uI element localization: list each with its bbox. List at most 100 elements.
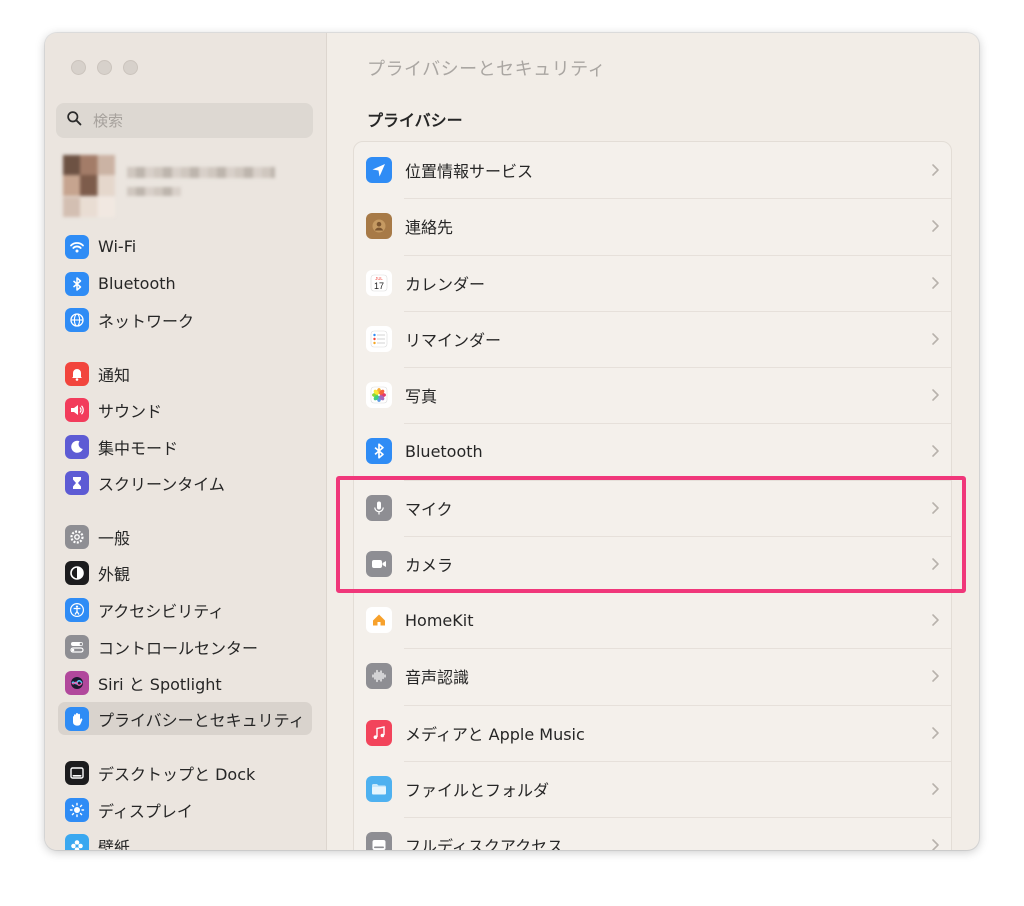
chevron-right-icon (929, 161, 941, 179)
close-window-button[interactable] (71, 60, 86, 75)
privacy-row-bluetooth[interactable]: Bluetooth (354, 423, 951, 479)
sidebar-item-label: サウンド (98, 401, 163, 421)
location-arrow-icon (366, 157, 392, 183)
main-panel: プライバシーとセキュリティ プライバシー 位置情報サービス連絡先 JUL 17 カレン… (327, 33, 979, 850)
calendar-icon: JUL 17 (366, 270, 392, 296)
privacy-row-label: カメラ (405, 556, 454, 575)
privacy-row-label: 写真 (405, 387, 438, 406)
sidebar-item-flower[interactable]: 壁紙 (58, 829, 312, 850)
wifi-icon (65, 234, 89, 259)
chevron-right-icon (929, 836, 941, 850)
privacy-row-photos[interactable]: 写真 (354, 367, 951, 423)
chevron-right-icon (929, 555, 941, 573)
chevron-right-icon (929, 724, 941, 742)
sidebar-item-label: 集中モード (98, 438, 179, 458)
privacy-row-label: 音声認識 (405, 668, 470, 687)
privacy-row-folder[interactable]: ファイルとフォルダ (354, 761, 951, 817)
accessibility-icon (65, 597, 89, 622)
sidebar-item-label: Wi-Fi (98, 237, 137, 256)
reminders-icon (366, 326, 392, 352)
chevron-right-icon (929, 274, 941, 292)
privacy-row-label: フルディスクアクセス (405, 837, 564, 850)
zoom-window-button[interactable] (123, 60, 138, 75)
privacy-row-reminders[interactable]: リマインダー (354, 311, 951, 367)
bluetooth-icon (366, 438, 392, 464)
sidebar-item-label: Siri と Spotlight (98, 674, 222, 694)
sidebar-item-siri[interactable]: Siri と Spotlight (58, 666, 312, 699)
home-icon (366, 607, 392, 633)
sidebar-item-wifi[interactable]: Wi-Fi (58, 230, 312, 263)
siri-icon (65, 670, 89, 695)
privacy-row-calendar[interactable]: JUL 17 カレンダー (354, 255, 951, 311)
disk-icon (366, 832, 392, 850)
sidebar-item-hand[interactable]: プライバシーとセキュリティ (58, 702, 312, 735)
sidebar-item-toggles[interactable]: コントロールセンター (58, 630, 312, 663)
sidebar-item-label: 通知 (98, 365, 131, 385)
sidebar-item-label: デスクトップと Dock (98, 764, 256, 784)
chevron-right-icon (929, 330, 941, 348)
sidebar: Wi-Fi Bluetooth ネットワーク通知サウンド集中モードスクリーンタイム一… (45, 33, 327, 850)
search-field[interactable] (56, 103, 313, 138)
chevron-right-icon (929, 217, 941, 235)
hourglass-icon (65, 470, 89, 495)
privacy-row-label: 位置情報サービス (405, 162, 534, 181)
bell-icon (65, 361, 89, 386)
bluetooth-icon (65, 271, 89, 296)
sidebar-item-label: ネットワーク (98, 311, 195, 331)
sidebar-item-appearance[interactable]: 外観 (58, 556, 312, 589)
music-icon (366, 720, 392, 746)
sidebar-item-bluetooth[interactable]: Bluetooth (58, 267, 312, 300)
sidebar-item-bell[interactable]: 通知 (58, 357, 312, 390)
photos-icon (366, 382, 392, 408)
privacy-row-waveform[interactable]: 音声認識 (354, 648, 951, 704)
sidebar-item-label: アクセシビリティ (98, 601, 225, 621)
privacy-row-home[interactable]: HomeKit (354, 592, 951, 648)
sidebar-item-moon[interactable]: 集中モード (58, 430, 312, 463)
sidebar-item-label: コントロールセンター (98, 638, 259, 658)
dock-icon (65, 760, 89, 785)
privacy-row-label: マイク (405, 500, 453, 519)
chevron-right-icon (929, 780, 941, 798)
sidebar-item-gear[interactable]: 一般 (58, 520, 312, 553)
sidebar-item-accessibility[interactable]: アクセシビリティ (58, 593, 312, 626)
privacy-row-contacts[interactable]: 連絡先 (354, 198, 951, 254)
sidebar-item-dock[interactable]: デスクトップと Dock (58, 756, 312, 789)
toggles-icon (65, 634, 89, 659)
sidebar-item-label: プライバシーとセキュリティ (98, 710, 305, 730)
sun-icon (65, 797, 89, 822)
speaker-icon (65, 397, 89, 422)
privacy-row-music[interactable]: メディアと Apple Music (354, 705, 951, 761)
privacy-row-label: リマインダー (405, 331, 502, 350)
sidebar-item-label: Bluetooth (98, 274, 176, 293)
privacy-row-disk[interactable]: フルディスクアクセス (354, 817, 951, 850)
minimize-window-button[interactable] (97, 60, 112, 75)
chevron-right-icon (929, 386, 941, 404)
globe-icon (65, 307, 89, 332)
search-icon (66, 110, 83, 131)
contacts-icon (366, 213, 392, 239)
page-title: プライバシーとセキュリティ (367, 59, 607, 80)
sidebar-item-label: 外観 (98, 564, 131, 584)
apple-account-profile[interactable] (61, 153, 301, 221)
folder-icon (366, 776, 392, 802)
sidebar-item-globe[interactable]: ネットワーク (58, 303, 312, 336)
sidebar-item-speaker[interactable]: サウンド (58, 393, 312, 426)
privacy-row-camera[interactable]: カメラ (354, 536, 951, 592)
search-input[interactable] (91, 110, 295, 131)
chevron-right-icon (929, 667, 941, 685)
privacy-row-label: メディアと Apple Music (405, 725, 585, 744)
privacy-row-location-arrow[interactable]: 位置情報サービス (354, 142, 951, 198)
sidebar-item-hourglass[interactable]: スクリーンタイム (58, 466, 312, 499)
svg-text:17: 17 (374, 281, 384, 291)
chevron-right-icon (929, 442, 941, 460)
privacy-row-label: HomeKit (405, 610, 474, 630)
chevron-right-icon (929, 499, 941, 517)
avatar (63, 155, 115, 217)
sidebar-item-sun[interactable]: ディスプレイ (58, 793, 312, 826)
privacy-row-microphone[interactable]: マイク (354, 480, 951, 536)
flower-icon (65, 833, 89, 850)
waveform-icon (366, 663, 392, 689)
hand-icon (65, 706, 89, 731)
privacy-row-label: ファイルとフォルダ (405, 781, 550, 800)
section-title-privacy: プライバシー (367, 111, 463, 130)
